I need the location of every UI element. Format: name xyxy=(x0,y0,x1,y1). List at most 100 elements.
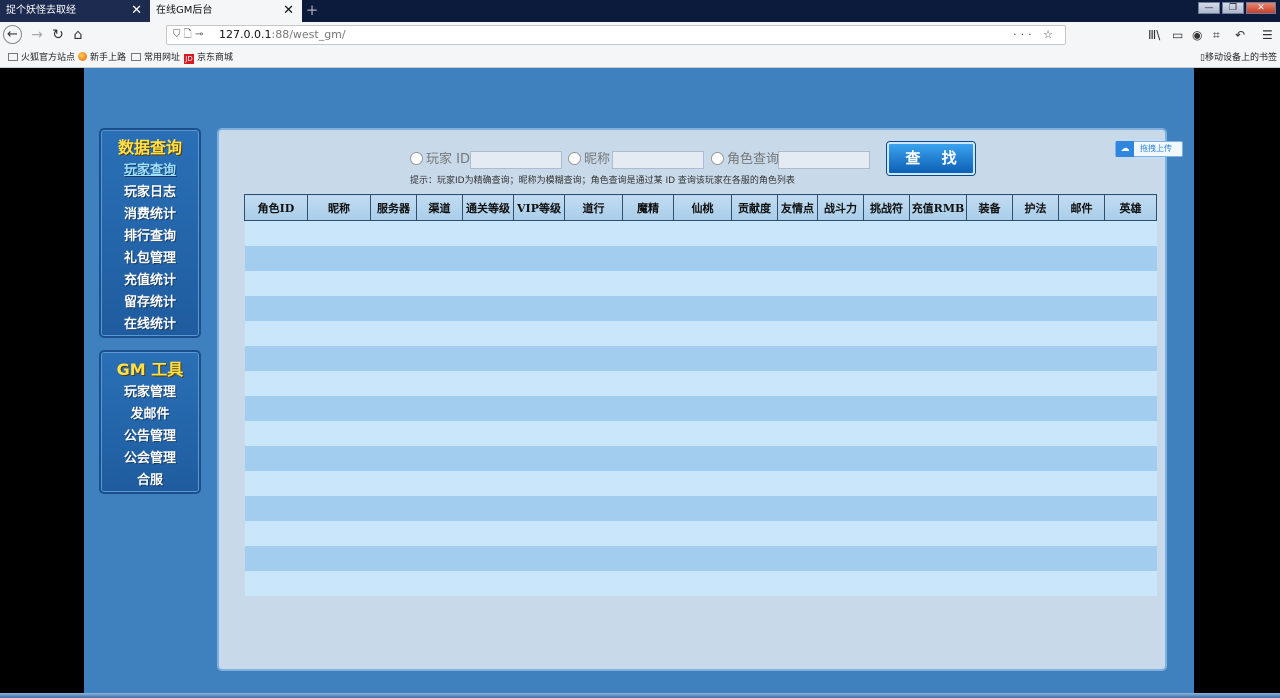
url-path: :88/west_gm/ xyxy=(271,28,346,41)
column-header: 充值RMB xyxy=(909,194,967,221)
table-cell xyxy=(673,320,732,346)
menu-item-player-manage[interactable]: 玩家管理 xyxy=(101,382,199,404)
menu-item-gift-pack[interactable]: 礼包管理 xyxy=(101,248,199,270)
table-cell xyxy=(462,520,514,546)
table-cell xyxy=(462,245,514,271)
table-row xyxy=(244,545,1157,571)
table-cell xyxy=(1012,520,1059,546)
table-cell xyxy=(416,420,463,446)
table-cell xyxy=(909,545,967,571)
menu-item-player-query[interactable]: 玩家查询 xyxy=(101,160,199,182)
table-cell xyxy=(817,520,864,546)
bookmark-firefox-official[interactable]: 火狐官方站点 xyxy=(8,48,75,68)
menu-item-recharge-stats[interactable]: 充值统计 xyxy=(101,270,199,292)
tab-gm-backend[interactable]: 在线GM后台 ✕ xyxy=(150,0,302,22)
table-cell xyxy=(416,320,463,346)
table-cell xyxy=(731,270,778,296)
menu-item-guild-manage[interactable]: 公会管理 xyxy=(101,448,199,470)
table-cell xyxy=(307,420,371,446)
close-icon[interactable]: ✕ xyxy=(283,0,294,22)
menu-item-ranking[interactable]: 排行查询 xyxy=(101,226,199,248)
search-button[interactable]: 查 找 xyxy=(887,142,975,175)
table-row xyxy=(244,245,1157,271)
new-tab-button[interactable]: + xyxy=(304,0,320,22)
menu-item-retention-stats[interactable]: 留存统计 xyxy=(101,292,199,314)
table-cell xyxy=(817,370,864,396)
table-cell xyxy=(307,320,371,346)
menu-item-player-log[interactable]: 玩家日志 xyxy=(101,182,199,204)
column-header: 邮件 xyxy=(1058,194,1105,221)
role-query-input[interactable] xyxy=(778,151,870,169)
player-id-radio[interactable] xyxy=(410,152,423,165)
undo-icon[interactable]: ↶ xyxy=(1235,25,1245,45)
screenshot-icon[interactable]: ⌗ xyxy=(1213,25,1220,45)
bookmark-jd[interactable]: JD 京东商城 xyxy=(184,48,233,68)
table-cell xyxy=(777,345,818,371)
menu-icon[interactable]: ☰ xyxy=(1262,25,1273,45)
restore-button[interactable]: ❐ xyxy=(1222,2,1244,14)
menu-item-online-stats[interactable]: 在线统计 xyxy=(101,314,199,336)
sidebar-icon[interactable]: ▭ xyxy=(1172,25,1183,45)
player-id-input[interactable] xyxy=(470,151,562,169)
table-cell xyxy=(370,395,417,421)
table-cell xyxy=(622,420,674,446)
table-cell xyxy=(622,495,674,521)
table-cell xyxy=(1104,545,1157,571)
menu-item-send-mail[interactable]: 发邮件 xyxy=(101,404,199,426)
table-cell xyxy=(370,345,417,371)
url-actions[interactable]: ··· ☆ xyxy=(1013,26,1057,44)
table-cell xyxy=(731,520,778,546)
player-id-option[interactable]: 玩家 ID xyxy=(410,149,470,171)
bookmark-mobile[interactable]: ▯移动设备上的书签 xyxy=(1200,48,1277,68)
role-query-option[interactable]: 角色查询 xyxy=(711,149,779,171)
table-cell xyxy=(1104,295,1157,321)
nickname-option[interactable]: 昵称 xyxy=(568,149,610,171)
forward-button[interactable]: → xyxy=(27,25,47,45)
table-cell xyxy=(1012,445,1059,471)
table-cell xyxy=(1058,370,1105,396)
table-cell xyxy=(370,545,417,571)
account-icon[interactable]: ◉ xyxy=(1192,25,1202,45)
reload-button[interactable]: ↻ xyxy=(48,25,68,45)
drag-upload-button[interactable]: ☁ 拖拽上传 xyxy=(1115,141,1183,157)
table-cell xyxy=(966,495,1013,521)
table-cell xyxy=(817,445,864,471)
column-header: VIP等级 xyxy=(513,194,565,221)
minimize-button[interactable]: — xyxy=(1198,2,1220,14)
table-cell xyxy=(817,570,864,596)
table-cell xyxy=(307,245,371,271)
nickname-radio[interactable] xyxy=(568,152,581,165)
table-cell xyxy=(777,470,818,496)
library-icon[interactable]: Ⅲ\ xyxy=(1148,25,1160,45)
back-button[interactable]: ← xyxy=(3,25,22,44)
bookmark-getting-started[interactable]: 新手上路 xyxy=(78,48,126,68)
table-cell xyxy=(307,495,371,521)
table-cell xyxy=(513,370,565,396)
shield-icon: ⛉ 🗋 ⊸ xyxy=(173,29,204,40)
menu-item-merge-server[interactable]: 合服 xyxy=(101,470,199,492)
table-cell xyxy=(416,520,463,546)
menu-item-consumption-stats[interactable]: 消费统计 xyxy=(101,204,199,226)
table-cell xyxy=(370,470,417,496)
table-cell xyxy=(564,520,623,546)
table-cell xyxy=(1058,545,1105,571)
table-cell xyxy=(1058,395,1105,421)
folder-icon xyxy=(131,53,141,61)
role-query-radio[interactable] xyxy=(711,152,724,165)
bookmark-common-sites[interactable]: 常用网址 xyxy=(131,48,180,68)
nickname-input[interactable] xyxy=(612,151,704,169)
table-cell xyxy=(564,545,623,571)
tab-game[interactable]: 捉个妖怪去取经 ✕ xyxy=(0,0,150,22)
table-cell xyxy=(777,420,818,446)
close-icon[interactable]: ✕ xyxy=(131,0,142,22)
table-cell xyxy=(244,295,308,321)
url-bar[interactable]: ⛉ 🗋 ⊸ 127.0.0.1:88/west_gm/ ··· ☆ xyxy=(166,25,1066,45)
home-button[interactable]: ⌂ xyxy=(68,25,88,45)
bookmark-label: 火狐官方站点 xyxy=(21,53,76,63)
window-close-button[interactable]: ✕ xyxy=(1246,2,1276,14)
table-cell xyxy=(1012,570,1059,596)
table-cell xyxy=(1012,345,1059,371)
menu-item-announcement[interactable]: 公告管理 xyxy=(101,426,199,448)
table-row xyxy=(244,320,1157,346)
table-cell xyxy=(1058,495,1105,521)
